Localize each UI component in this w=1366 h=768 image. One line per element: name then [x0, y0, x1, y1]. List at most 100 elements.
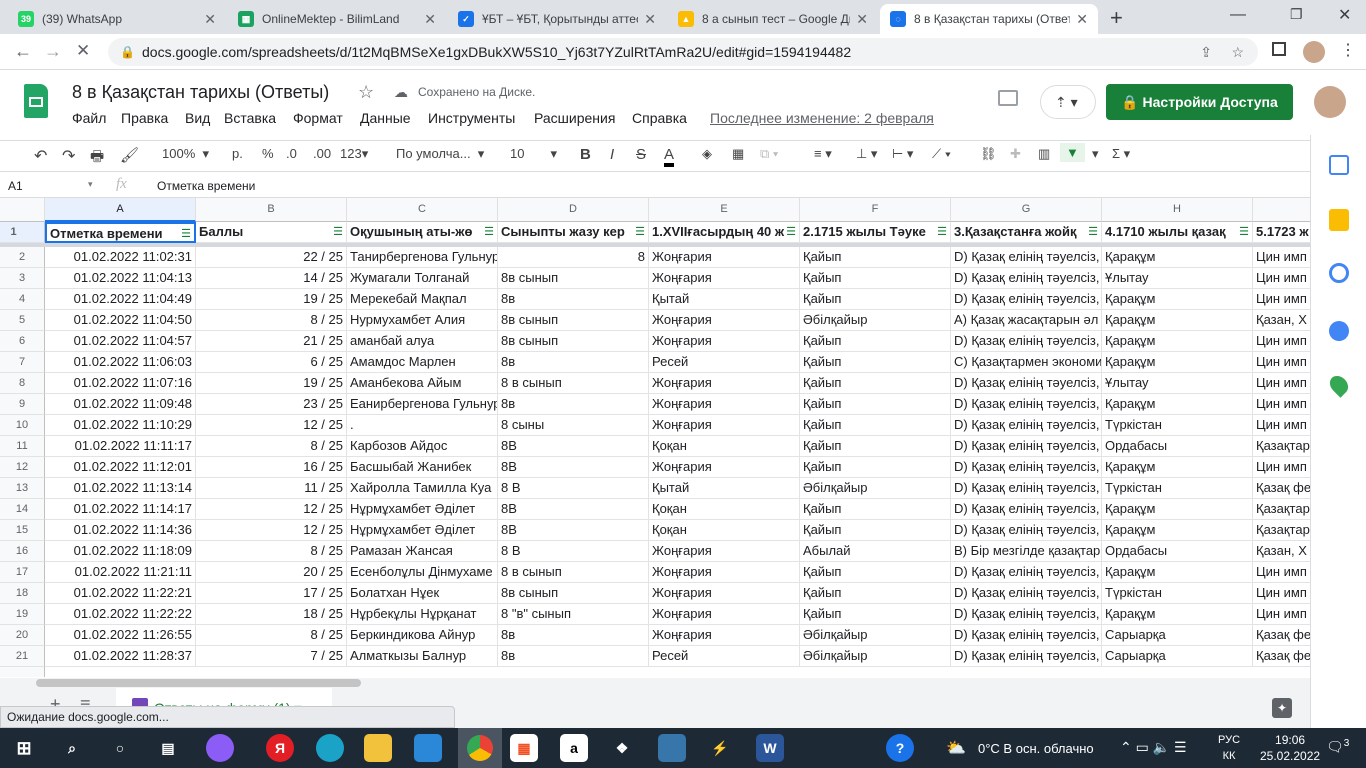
present-button[interactable]: ⇡ ▾: [1040, 85, 1096, 119]
merge-cells-icon[interactable]: ⧉ ▾: [760, 146, 778, 162]
chart-icon[interactable]: ▥: [1038, 146, 1050, 162]
stop-icon[interactable]: ✕: [76, 41, 90, 61]
table-cell[interactable]: D) Қазақ елінің тәуелсіз,: [951, 646, 1102, 667]
column-header[interactable]: A: [45, 198, 196, 222]
row-header[interactable]: 14: [0, 499, 45, 520]
table-cell[interactable]: D) Қазақ елінің тәуелсіз,: [951, 247, 1102, 268]
clock[interactable]: 19:06 25.02.2022: [1260, 732, 1320, 764]
table-cell[interactable]: Жоңғария: [649, 373, 800, 394]
comments-icon[interactable]: [998, 90, 1018, 106]
store-icon[interactable]: ▦: [510, 734, 538, 762]
table-cell[interactable]: Жоңғария: [649, 310, 800, 331]
table-cell[interactable]: C) Қазақтармен экономи: [951, 352, 1102, 373]
table-cell[interactable]: Цин имп: [1253, 415, 1310, 436]
filter-icon[interactable]: ☰: [1239, 222, 1249, 242]
header-cell[interactable]: 1.XVIIғасырдың 40 ж ☰: [649, 222, 800, 243]
table-cell[interactable]: 8 В: [498, 541, 649, 562]
row-header[interactable]: 16: [0, 541, 45, 562]
table-cell[interactable]: Қазақтар: [1253, 436, 1310, 457]
table-cell[interactable]: 01.02.2022 11:14:36: [45, 520, 196, 541]
share-icon[interactable]: ⇪: [1200, 38, 1212, 66]
account-avatar[interactable]: [1314, 86, 1346, 118]
table-cell[interactable]: Қазақ фе: [1253, 646, 1310, 667]
close-tab-icon[interactable]: ✕: [856, 11, 868, 28]
row-header[interactable]: 20: [0, 625, 45, 646]
undo-icon[interactable]: ↶: [34, 146, 47, 166]
table-cell[interactable]: Қайып: [800, 289, 951, 310]
row-header[interactable]: 15: [0, 520, 45, 541]
row-header[interactable]: 6: [0, 331, 45, 352]
forward-icon[interactable]: →: [44, 41, 62, 62]
table-cell[interactable]: 8В: [498, 436, 649, 457]
filter-icon[interactable]: ☰: [181, 224, 191, 241]
row-header[interactable]: 7: [0, 352, 45, 373]
table-cell[interactable]: 01.02.2022 11:09:48: [45, 394, 196, 415]
table-cell[interactable]: Қазақтар: [1253, 520, 1310, 541]
new-tab-button[interactable]: +: [1110, 5, 1123, 31]
link-icon[interactable]: ⛓: [980, 146, 997, 162]
row-header[interactable]: 4: [0, 289, 45, 310]
table-cell[interactable]: Жоңғария: [649, 394, 800, 415]
browser-tab[interactable]: ▦ OnlineMektep - BilimLand ✕: [228, 4, 446, 34]
browser-menu-icon[interactable]: ⋮: [1340, 40, 1356, 60]
table-cell[interactable]: Жоңғария: [649, 604, 800, 625]
table-cell[interactable]: D) Қазақ елінің тәуелсіз,: [951, 583, 1102, 604]
row-header[interactable]: 18: [0, 583, 45, 604]
table-cell[interactable]: 8 в сынып: [498, 562, 649, 583]
cortana-icon[interactable]: ○: [106, 734, 134, 762]
table-cell[interactable]: D) Қазақ елінің тәуелсіз,: [951, 604, 1102, 625]
table-cell[interactable]: Жоңғария: [649, 541, 800, 562]
table-cell[interactable]: Қарақұм: [1102, 604, 1253, 625]
table-cell[interactable]: Цин имп: [1253, 604, 1310, 625]
table-cell[interactable]: 8 / 25: [196, 436, 347, 457]
profile-avatar[interactable]: [1303, 41, 1325, 63]
font-select[interactable]: По умолча... ▾: [396, 146, 484, 162]
table-cell[interactable]: Амамдос Марлен: [347, 352, 498, 373]
italic-button[interactable]: I: [610, 146, 614, 163]
table-cell[interactable]: 11 / 25: [196, 478, 347, 499]
row-header[interactable]: 11: [0, 436, 45, 457]
table-cell[interactable]: 8 В: [498, 478, 649, 499]
table-cell[interactable]: Қайып: [800, 268, 951, 289]
table-cell[interactable]: 8 / 25: [196, 310, 347, 331]
table-cell[interactable]: Беркиндикова Айнур: [347, 625, 498, 646]
table-cell[interactable]: Қайып: [800, 352, 951, 373]
filter-icon[interactable]: ☰: [333, 222, 343, 242]
table-cell[interactable]: Еанирбергенова Гульнур: [347, 394, 498, 415]
table-cell[interactable]: Қарақұм: [1102, 499, 1253, 520]
table-cell[interactable]: Қайып: [800, 520, 951, 541]
table-cell[interactable]: Аманбекова Айым: [347, 373, 498, 394]
table-cell[interactable]: D) Қазақ елінің тәуелсіз,: [951, 415, 1102, 436]
minimize-button[interactable]: —: [1230, 6, 1246, 24]
share-button[interactable]: 🔒 Настройки Доступа: [1106, 84, 1293, 120]
table-cell[interactable]: Қазақ фе: [1253, 625, 1310, 646]
strikethrough-button[interactable]: S: [636, 146, 646, 163]
table-cell[interactable]: D) Қазақ елінің тәуелсіз,: [951, 268, 1102, 289]
table-cell[interactable]: 8в: [498, 394, 649, 415]
row-header[interactable]: 21: [0, 646, 45, 667]
row-header[interactable]: 19: [0, 604, 45, 625]
python-icon[interactable]: [658, 734, 686, 762]
table-cell[interactable]: Цин имп: [1253, 562, 1310, 583]
table-cell[interactable]: 01.02.2022 11:10:29: [45, 415, 196, 436]
table-cell[interactable]: Әбілқайыр: [800, 646, 951, 667]
table-cell[interactable]: A) Қазақ жасақтарын әл: [951, 310, 1102, 331]
row-header[interactable]: 10: [0, 415, 45, 436]
table-cell[interactable]: Карбозов Айдос: [347, 436, 498, 457]
more-formats-button[interactable]: 123▾: [340, 146, 368, 162]
table-cell[interactable]: 8 / 25: [196, 541, 347, 562]
table-cell[interactable]: 8 сыны: [498, 415, 649, 436]
print-icon[interactable]: 🖶: [90, 146, 104, 171]
browser-tab[interactable]: ✓ ҰБТ – ҰБТ, Қорытынды аттес ✕: [448, 4, 666, 34]
table-cell[interactable]: Ресей: [649, 646, 800, 667]
browser-tab[interactable]: 39 (39) WhatsApp ✕: [8, 4, 226, 34]
browser-tab[interactable]: ◌ 8 в Қазақстан тарихы (Ответ ✕: [880, 4, 1098, 34]
table-cell[interactable]: Жоңғария: [649, 583, 800, 604]
table-cell[interactable]: Рамазан Жансая: [347, 541, 498, 562]
search-icon[interactable]: ⌕: [58, 734, 86, 762]
table-cell[interactable]: Қайып: [800, 457, 951, 478]
chrome-icon[interactable]: [458, 728, 502, 768]
table-cell[interactable]: 01.02.2022 11:13:14: [45, 478, 196, 499]
table-cell[interactable]: аманбай алуа: [347, 331, 498, 352]
contacts-icon[interactable]: [1329, 321, 1349, 341]
